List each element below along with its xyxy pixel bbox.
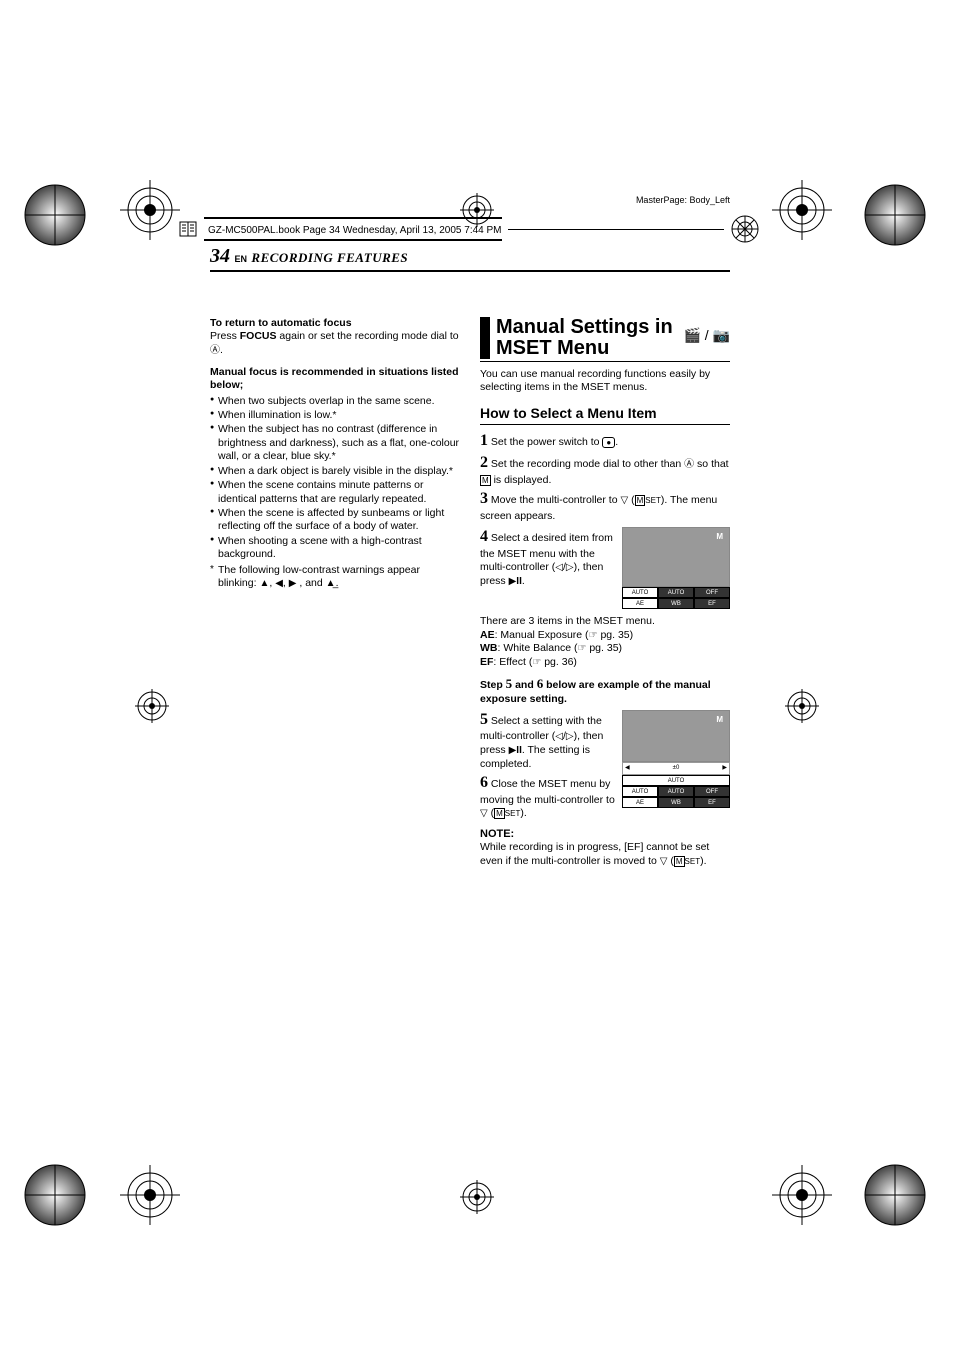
section-header: RECORDING FEATURES	[251, 250, 408, 265]
list-item: When two subjects overlap in the same sc…	[210, 395, 460, 408]
ef-value: OFF	[694, 786, 730, 797]
ef-line: EF: Effect (☞ pg. 36)	[480, 656, 730, 670]
registration-mark-icon	[785, 689, 819, 723]
registration-mark-icon	[120, 180, 180, 240]
page-ref-icon: ☞	[589, 630, 598, 641]
mset-screen-1: M AUTO AUTO OFF AE WB EF	[622, 527, 730, 609]
right-triangle-icon: ▷	[566, 562, 574, 573]
color-target-icon	[860, 1160, 930, 1230]
m-mode-icon: M	[480, 475, 491, 486]
right-column: Manual Settings in MSET Menu 🎬 / 📷 You c…	[480, 317, 730, 868]
camera-mode-icon: 📷	[713, 327, 730, 343]
spine-decoration-icon	[730, 214, 760, 244]
record-switch-icon: ●	[602, 437, 615, 448]
mset-icon: M	[494, 808, 505, 819]
mode-icons: 🎬 / 📷	[683, 327, 730, 345]
book-reference: GZ-MC500PAL.book Page 34 Wednesday, Apri…	[204, 225, 502, 236]
auto-dial-icon: Ⓐ	[684, 459, 694, 470]
step-3: 3 Move the multi-controller to ▽ (MSET).…	[480, 489, 730, 523]
slash-icon: /	[705, 327, 709, 343]
down-triangle-icon: ▽	[480, 808, 488, 819]
ef-value: OFF	[694, 587, 730, 598]
page-number: 34	[210, 245, 230, 267]
list-item: When the scene contains minute patterns …	[210, 479, 460, 506]
right-arrow-icon: ▶	[289, 578, 297, 589]
sel-value: ±0	[673, 765, 680, 773]
mset-intro: You can use manual recording functions e…	[480, 368, 730, 395]
step-2: 2 Set the recording mode dial to other t…	[480, 453, 730, 487]
sel-auto: AUTO	[622, 775, 730, 786]
registration-mark-icon	[772, 1165, 832, 1225]
registration-mark-icon	[460, 1180, 494, 1214]
color-target-icon	[20, 180, 90, 250]
ae-value: AUTO	[622, 587, 658, 598]
color-target-icon	[20, 1160, 90, 1230]
wb-value: AUTO	[658, 786, 694, 797]
right-triangle-icon: ▷	[566, 731, 574, 742]
left-triangle-icon: ◁	[555, 562, 563, 573]
color-target-icon	[860, 180, 930, 250]
focus-situations-list: When two subjects overlap in the same sc…	[210, 395, 460, 562]
person-icon: ▲̲	[326, 578, 336, 589]
ae-tab: AE	[622, 797, 658, 808]
registration-mark-icon	[772, 180, 832, 240]
wb-value: AUTO	[658, 587, 694, 598]
mset-icon: M	[635, 495, 646, 506]
list-item: When shooting a scene with a high-contra…	[210, 535, 460, 562]
manual-focus-rec-header: Manual focus is recommended in situation…	[210, 366, 460, 393]
list-item: When the scene is affected by sunbeams o…	[210, 507, 460, 534]
wb-line: WB: White Balance (☞ pg. 35)	[480, 642, 730, 656]
page-ref-icon: ☞	[532, 657, 541, 668]
step-1: 1 Set the power switch to ●.	[480, 431, 730, 451]
items-intro: There are 3 items in the MSET menu.	[480, 615, 730, 628]
auto-mode-icon: Ⓐ	[210, 345, 220, 356]
spine-bar: GZ-MC500PAL.book Page 34 Wednesday, Apri…	[178, 217, 760, 241]
registration-mark-icon	[120, 1165, 180, 1225]
ef-tab: EF	[694, 598, 730, 609]
return-focus-body: Press FOCUS again or set the recording m…	[210, 330, 460, 357]
right-sel-icon: ▶	[722, 765, 727, 773]
left-triangle-icon: ◁	[555, 731, 563, 742]
low-contrast-footnote: The following low-contrast warnings appe…	[210, 564, 460, 591]
warning-icon: ▲	[259, 578, 269, 589]
note-body: While recording is in progress, [EF] can…	[480, 841, 730, 868]
m-indicator-icon: M	[716, 532, 723, 542]
wb-tab: WB	[658, 797, 694, 808]
en-label: EN	[234, 254, 247, 264]
mset-icon: M	[674, 856, 685, 867]
selection-row: ◀ ±0 ▶	[622, 762, 730, 775]
list-item: When illumination is low.*	[210, 409, 460, 422]
ae-value: AUTO	[622, 786, 658, 797]
left-sel-icon: ◀	[625, 765, 630, 773]
registration-mark-icon	[135, 689, 169, 723]
ef-tab: EF	[694, 797, 730, 808]
example-header: Step 5 and 6 below are example of the ma…	[480, 676, 730, 706]
ae-tab: AE	[622, 598, 658, 609]
ae-line: AE: Manual Exposure (☞ pg. 35)	[480, 629, 730, 643]
play-pause-icon: ▶II	[509, 576, 522, 587]
video-mode-icon: 🎬	[683, 327, 700, 343]
howto-header: How to Select a Menu Item	[480, 405, 730, 425]
return-focus-header: To return to automatic focus	[210, 317, 460, 330]
book-icon	[178, 219, 198, 239]
list-item: When a dark object is barely visible in …	[210, 465, 460, 478]
left-arrow-icon: ◀	[275, 578, 283, 589]
left-column: To return to automatic focus Press FOCUS…	[210, 317, 460, 868]
footnote-list: The following low-contrast warnings appe…	[210, 564, 460, 591]
mset-screen-2: M ◀ ±0 ▶ AUTO AUTO AUTO OFF AE WB	[622, 710, 730, 808]
play-pause-icon: ▶II	[509, 745, 522, 756]
m-indicator-icon: M	[716, 715, 723, 725]
list-item: When the subject has no contrast (differ…	[210, 423, 460, 463]
masterpage-label: MasterPage: Body_Left	[636, 195, 730, 205]
wb-tab: WB	[658, 598, 694, 609]
note-header: NOTE:	[480, 827, 730, 841]
